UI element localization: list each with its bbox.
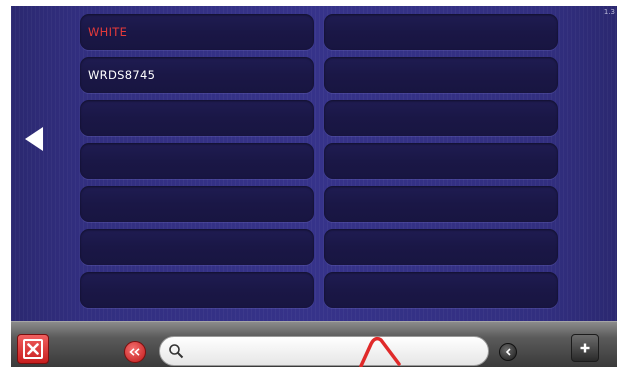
- app-screen: 1.3 WHITE WRDS8745: [11, 6, 617, 367]
- bottom-toolbar: [11, 321, 617, 367]
- chevron-left-icon: [505, 348, 511, 356]
- rewind-icon: [129, 348, 140, 356]
- entry-slot[interactable]: [324, 229, 558, 265]
- entry-slot[interactable]: [80, 229, 314, 265]
- entry-slot[interactable]: [324, 143, 558, 179]
- close-icon: [23, 339, 43, 359]
- close-button[interactable]: [17, 334, 49, 364]
- entry-slot[interactable]: WRDS8745: [80, 57, 314, 93]
- entry-slot[interactable]: [80, 143, 314, 179]
- magnifier-icon: [169, 344, 184, 359]
- entry-slot[interactable]: [324, 57, 558, 93]
- add-button[interactable]: [571, 334, 599, 362]
- entry-slot[interactable]: [80, 100, 314, 136]
- plus-icon: [580, 343, 590, 353]
- entry-slot[interactable]: [80, 186, 314, 222]
- entry-slot[interactable]: [324, 14, 558, 50]
- left-arrow-icon[interactable]: [21, 124, 47, 154]
- entry-slot[interactable]: WHITE: [80, 14, 314, 50]
- list-panel: 1.3 WHITE WRDS8745: [11, 6, 617, 321]
- entry-slot[interactable]: [324, 100, 558, 136]
- entry-grid: WHITE WRDS8745: [80, 14, 558, 308]
- entry-slot[interactable]: [80, 272, 314, 308]
- version-label: 1.3: [603, 8, 615, 16]
- search-field[interactable]: [159, 336, 489, 366]
- previous-button[interactable]: [499, 343, 517, 361]
- entry-slot[interactable]: [324, 186, 558, 222]
- rewind-button[interactable]: [124, 341, 146, 363]
- entry-slot[interactable]: [324, 272, 558, 308]
- search-input[interactable]: [190, 344, 470, 358]
